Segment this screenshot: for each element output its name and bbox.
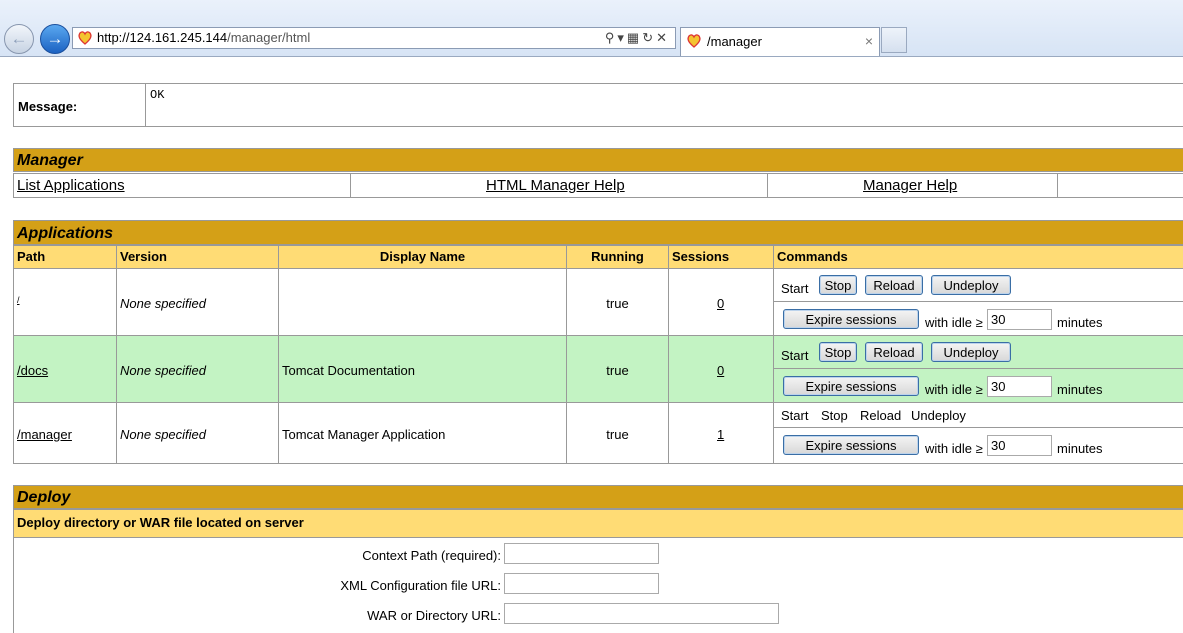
start-label: Start	[781, 281, 809, 296]
expire-row-2: Expire sessions with idle ≥ 30 minutes	[773, 368, 1183, 403]
sessions-link[interactable]: 0	[717, 363, 724, 378]
refresh-icon[interactable]: ↻	[642, 30, 656, 45]
war-url-input[interactable]	[504, 603, 779, 624]
col-header-version: Version	[116, 245, 279, 269]
app-running: true	[566, 335, 669, 403]
undeploy-label: Undeploy	[911, 408, 966, 423]
manager-section-title: Manager	[13, 148, 1183, 172]
message-label: Message:	[14, 84, 146, 126]
applications-section-title: Applications	[13, 220, 1183, 245]
stop-label: Stop	[821, 408, 848, 423]
browser-chrome: ← → http://124.161.245.144/manager/html …	[0, 0, 1183, 57]
app-running: true	[566, 268, 669, 336]
html-manager-help-link[interactable]: HTML Manager Help	[486, 177, 625, 194]
app-version: None specified	[116, 402, 279, 464]
app-display-name: Tomcat Documentation	[278, 335, 567, 403]
undeploy-button[interactable]: Undeploy	[931, 342, 1011, 362]
forward-button[interactable]: →	[40, 24, 70, 54]
app-display-name: Tomcat Manager Application	[278, 402, 567, 464]
stop-button[interactable]: Stop	[819, 275, 857, 295]
xml-config-label: XML Configuration file URL:	[340, 578, 501, 593]
app-version: None specified	[116, 268, 279, 336]
idle-minutes-input[interactable]: 30	[987, 376, 1052, 397]
table-row: /docs	[13, 335, 117, 403]
new-tab-button[interactable]	[881, 27, 907, 53]
app-sessions: 0	[668, 335, 774, 403]
start-label: Start	[781, 348, 809, 363]
reload-label: Reload	[860, 408, 902, 423]
search-icon[interactable]: ⚲	[605, 30, 618, 45]
message-box: Message: OK	[13, 83, 1183, 127]
col-header-sessions: Sessions	[668, 245, 774, 269]
xml-config-url-input[interactable]	[504, 573, 659, 594]
stop-icon[interactable]: ✕	[656, 30, 670, 45]
table-row: /	[13, 268, 117, 336]
undeploy-button[interactable]: Undeploy	[931, 275, 1011, 295]
idle-minutes-input[interactable]: 30	[987, 309, 1052, 330]
back-button[interactable]: ←	[4, 24, 34, 54]
address-bar[interactable]: http://124.161.245.144/manager/html ⚲▾▦↻…	[72, 27, 676, 49]
sessions-link[interactable]: 1	[717, 427, 724, 442]
expire-row-3: Expire sessions with idle ≥ 30 minutes	[773, 427, 1183, 464]
browser-tab-manager[interactable]: /manager ×	[680, 27, 880, 56]
reload-button[interactable]: Reload	[865, 342, 923, 362]
start-label: Start	[781, 408, 809, 423]
expire-sessions-button[interactable]: Expire sessions	[783, 435, 919, 455]
col-header-running: Running	[566, 245, 669, 269]
list-applications-link[interactable]: List Applications	[17, 177, 125, 194]
app-path-link[interactable]: /manager	[17, 427, 72, 442]
expire-row-1: Expire sessions with idle ≥ 30 minutes	[773, 301, 1183, 336]
reload-button[interactable]: Reload	[865, 275, 923, 295]
app-path-link[interactable]: /	[17, 295, 20, 305]
forward-arrow-icon: →	[46, 29, 64, 48]
app-running: true	[566, 402, 669, 464]
message-value: OK	[150, 88, 165, 102]
idle-minutes-input[interactable]: 30	[987, 435, 1052, 456]
stop-button[interactable]: Stop	[819, 342, 857, 362]
command-row-1: Start Stop Reload Undeploy	[773, 268, 1183, 302]
tab-favicon-icon	[687, 34, 701, 48]
expire-sessions-button[interactable]: Expire sessions	[783, 309, 919, 329]
dropdown-icon[interactable]: ▾	[617, 30, 627, 45]
command-row-2: Start Stop Reload Undeploy	[773, 335, 1183, 369]
address-url: http://124.161.245.144/manager/html	[97, 30, 311, 45]
deploy-section-title: Deploy	[13, 485, 1183, 509]
deploy-subtitle: Deploy directory or WAR file located on …	[13, 509, 1183, 538]
war-url-label: WAR or Directory URL:	[367, 608, 501, 623]
expire-sessions-button[interactable]: Expire sessions	[783, 376, 919, 396]
context-path-input[interactable]	[504, 543, 659, 564]
back-arrow-icon: ←	[10, 29, 28, 48]
app-path-link[interactable]: /docs	[17, 363, 48, 378]
col-header-commands: Commands	[773, 245, 1183, 269]
col-header-path: Path	[13, 245, 117, 269]
context-path-label: Context Path (required):	[362, 548, 501, 563]
address-tools: ⚲▾▦↻✕	[605, 28, 670, 48]
page-content: Message: OK Manager List Applications HT…	[0, 57, 1183, 633]
compat-view-icon[interactable]: ▦	[627, 30, 642, 45]
app-display-name	[278, 268, 567, 336]
col-header-display-name: Display Name	[278, 245, 567, 269]
tab-title: /manager	[707, 34, 762, 49]
app-sessions: 0	[668, 268, 774, 336]
deploy-form: Context Path (required): XML Configurati…	[13, 537, 1183, 633]
manager-help-link[interactable]: Manager Help	[863, 177, 957, 194]
app-sessions: 1	[668, 402, 774, 464]
tab-close-icon[interactable]: ×	[865, 33, 873, 49]
command-row-3: Start Stop Reload Undeploy	[773, 402, 1183, 428]
table-row: /manager	[13, 402, 117, 464]
app-version: None specified	[116, 335, 279, 403]
site-favicon-icon	[78, 31, 92, 45]
manager-links: List Applications HTML Manager Help Mana…	[13, 173, 1183, 198]
sessions-link[interactable]: 0	[717, 296, 724, 311]
